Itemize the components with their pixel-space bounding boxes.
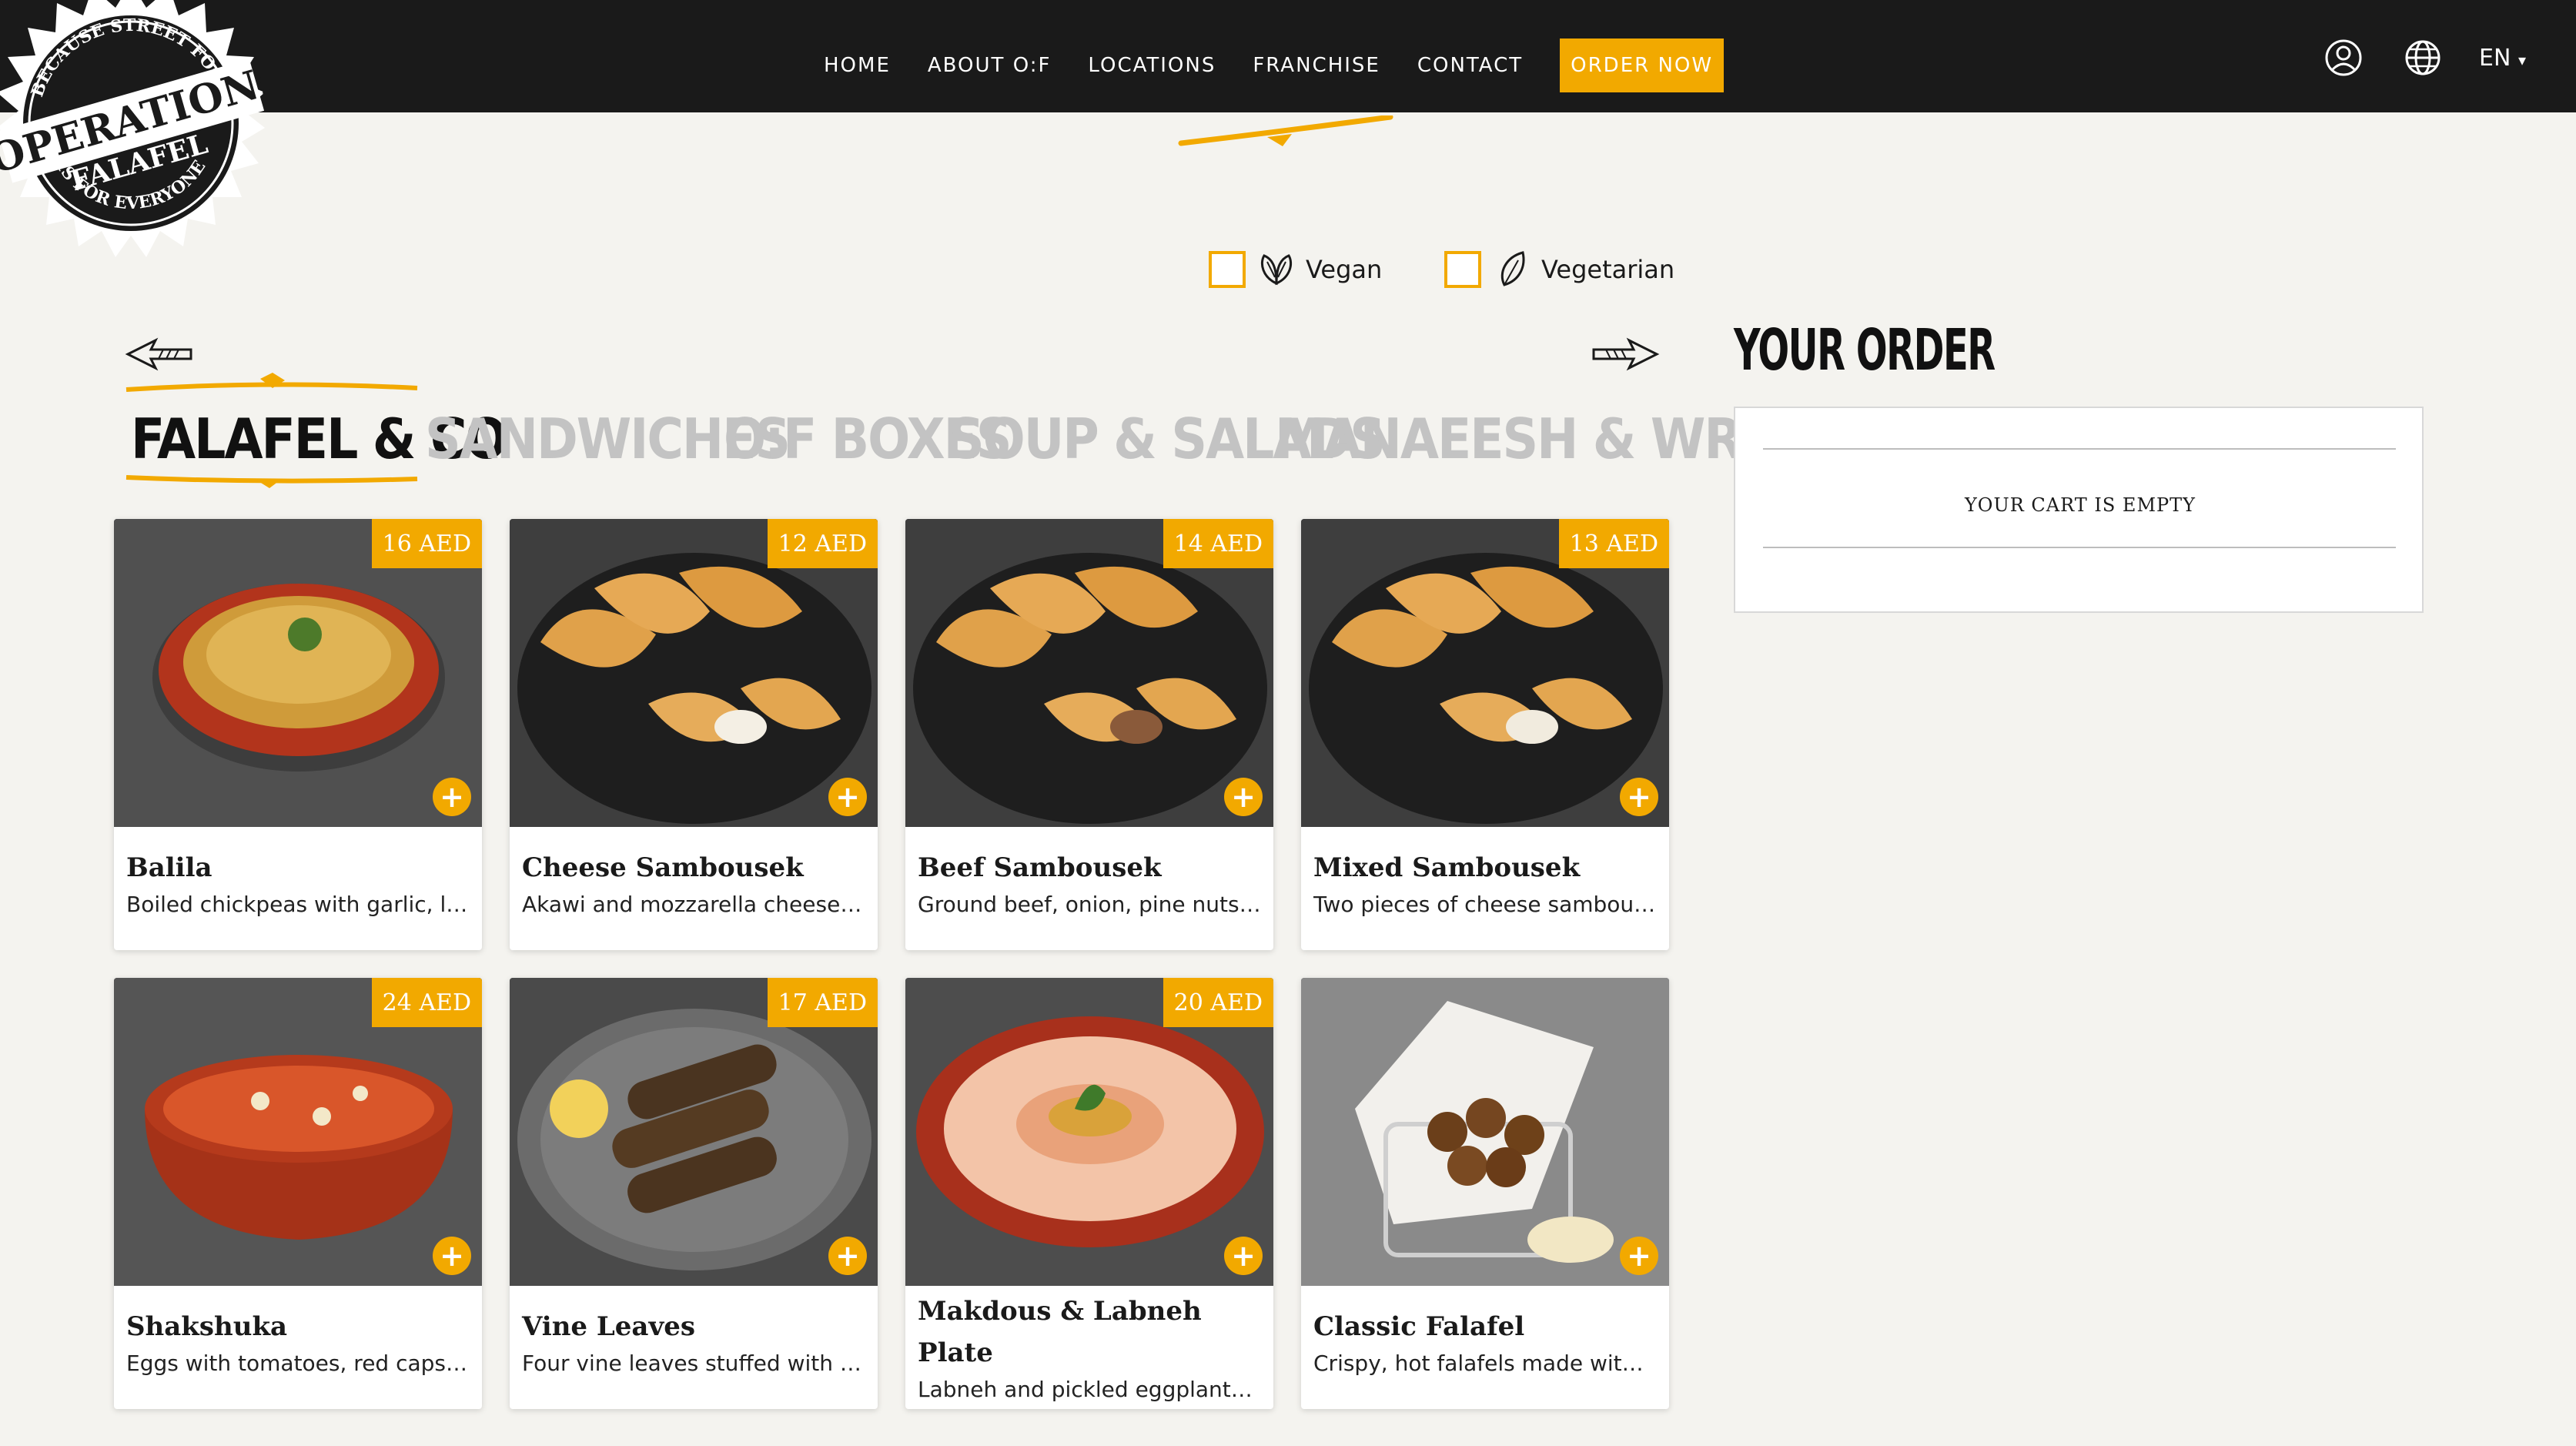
brand-logo-seal[interactable]: BECAUSE STREET FOOD OPERATION: FALAFEL I… — [0, 0, 277, 269]
item-name: Vine Leaves — [522, 1311, 695, 1342]
arrow-right-icon[interactable] — [1591, 337, 1660, 371]
item-description: Eggs with tomatoes, red capsicu... — [126, 1351, 470, 1376]
price-tag: 20 AED — [1163, 978, 1273, 1027]
add-icon[interactable]: + — [1224, 1237, 1263, 1275]
price-tag: 14 AED — [1163, 519, 1273, 568]
menu-card-beef-sambousek[interactable]: 14 AED + Beef Sambousek Ground beef, oni… — [905, 519, 1273, 950]
main-nav: HOME ABOUT O:F LOCATIONS FRANCHISE CONTA… — [824, 38, 1725, 92]
food-photo: 16 AED + — [114, 519, 482, 827]
active-nav-underline — [1178, 115, 1393, 146]
menu-card-mixed-sambousek[interactable]: 13 AED + Mixed Sambousek Two pieces of c… — [1301, 519, 1669, 950]
item-name: Classic Falafel — [1313, 1311, 1525, 1342]
item-description: Akawi and mozzarella cheese wi... — [522, 892, 865, 917]
cart-panel: YOUR CART IS EMPTY — [1734, 407, 2424, 613]
order-title: YOUR ORDER — [1734, 317, 1996, 383]
food-photo: 14 AED + — [905, 519, 1273, 827]
item-name: Beef Sambousek — [918, 852, 1162, 883]
item-description: Boiled chickpeas with garlic, lem... — [126, 892, 470, 917]
food-photo: 12 AED + — [510, 519, 878, 827]
nav-locations[interactable]: LOCATIONS — [1088, 54, 1216, 77]
vegan-label: Vegan — [1306, 255, 1383, 284]
language-selector[interactable]: EN ▾ — [2479, 45, 2526, 72]
menu-card-vine-leaves[interactable]: 17 AED + Vine Leaves Four vine leaves st… — [510, 978, 878, 1409]
add-icon[interactable]: + — [1620, 1237, 1658, 1275]
divider — [1763, 547, 2396, 548]
tab-of-boxes[interactable]: O:F BOXES — [724, 407, 1012, 471]
food-photo: + — [1301, 978, 1669, 1286]
cart-empty-text: YOUR CART IS EMPTY — [1964, 494, 2196, 516]
nav-contact[interactable]: CONTACT — [1417, 54, 1523, 77]
item-description: Labneh and pickled eggplants st... — [918, 1377, 1261, 1402]
menu-card-balila[interactable]: 16 AED + Balila Boiled chickpeas with ga… — [114, 519, 482, 950]
tab-manaeesh-wraps[interactable]: MANAEESH & WRAPS — [1275, 407, 1849, 471]
nav-home[interactable]: HOME — [824, 54, 891, 77]
food-photo: 20 AED + — [905, 978, 1273, 1286]
item-description: Four vine leaves stuffed with rice... — [522, 1351, 865, 1376]
order-now-button[interactable]: ORDER NOW — [1560, 38, 1725, 92]
language-label: EN — [2479, 45, 2511, 72]
add-icon[interactable]: + — [828, 1237, 867, 1275]
nav-about[interactable]: ABOUT O:F — [928, 54, 1052, 77]
add-icon[interactable]: + — [1620, 778, 1658, 816]
arrow-left-icon[interactable] — [125, 337, 194, 371]
vegetarian-leaf-icon — [1500, 251, 1525, 286]
vegan-filter[interactable]: Vegan — [1209, 249, 1382, 290]
globe-icon[interactable] — [2404, 38, 2442, 77]
item-description: Two pieces of cheese sambouse... — [1313, 892, 1657, 917]
vegetarian-checkbox[interactable] — [1444, 251, 1481, 288]
nav-franchise[interactable]: FRANCHISE — [1253, 54, 1380, 77]
tab-falafel-co[interactable]: FALAFEL & CO — [131, 407, 507, 471]
item-description: Crispy, hot falafels made with ou... — [1313, 1351, 1657, 1376]
item-name: Balila — [126, 852, 212, 883]
food-photo: 13 AED + — [1301, 519, 1669, 827]
item-name: Mixed Sambousek — [1313, 852, 1581, 883]
item-name: Shakshuka — [126, 1311, 288, 1342]
price-tag: 16 AED — [371, 519, 482, 568]
item-name: Makdous & Labneh Plate — [918, 1296, 1202, 1368]
menu-card-shakshuka[interactable]: 24 AED + Shakshuka Eggs with tomatoes, r… — [114, 978, 482, 1409]
price-tag: 24 AED — [371, 978, 482, 1027]
vegan-checkbox[interactable] — [1209, 251, 1246, 288]
price-tag: 17 AED — [767, 978, 878, 1027]
item-description: Ground beef, onion, pine nuts, po... — [918, 892, 1261, 917]
item-name: Cheese Sambousek — [522, 852, 804, 883]
add-icon[interactable]: + — [1224, 778, 1263, 816]
add-icon[interactable]: + — [828, 778, 867, 816]
chevron-down-icon: ▾ — [2517, 51, 2526, 69]
add-icon[interactable]: + — [433, 1237, 471, 1275]
falafel-image — [1301, 978, 1669, 1286]
vegetarian-label: Vegetarian — [1541, 255, 1675, 284]
vegan-leaf-icon — [1260, 254, 1293, 286]
category-tabs: FALAFEL & CO SANDWICHES O:F BOXES SOUP &… — [131, 400, 1849, 477]
menu-card-cheese-sambousek[interactable]: 12 AED + Cheese Sambousek Akawi and mozz… — [510, 519, 878, 950]
menu-card-makdous-labneh[interactable]: 20 AED + Makdous & Labneh Plate Labneh a… — [905, 978, 1273, 1409]
user-icon[interactable] — [2324, 38, 2363, 77]
menu-card-classic-falafel[interactable]: + Classic Falafel Crispy, hot falafels m… — [1301, 978, 1669, 1409]
tab-soup-salads[interactable]: SOUP & SALADS — [948, 407, 1386, 471]
vegetarian-filter[interactable]: Vegetarian — [1444, 249, 1674, 290]
add-icon[interactable]: + — [433, 778, 471, 816]
food-photo: 24 AED + — [114, 978, 482, 1286]
food-photo: 17 AED + — [510, 978, 878, 1286]
tab-sandwiches[interactable]: SANDWICHES — [425, 407, 791, 471]
divider — [1763, 448, 2396, 450]
price-tag: 12 AED — [767, 519, 878, 568]
price-tag: 13 AED — [1558, 519, 1669, 568]
